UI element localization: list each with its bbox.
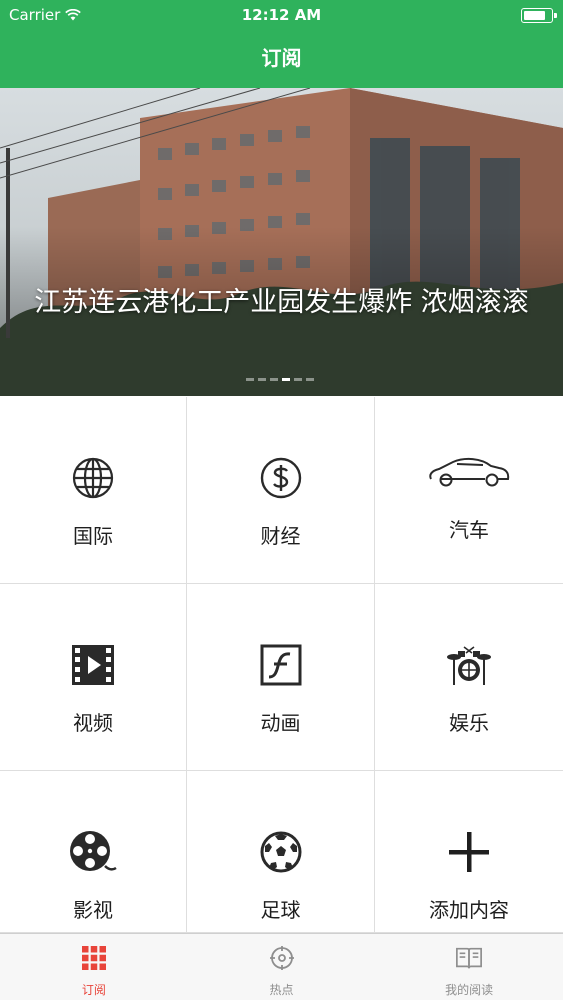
soccer-ball-icon [257,828,305,876]
news-banner[interactable]: 江苏连云港化工产业园发生爆炸 浓烟滚滚 [0,88,563,396]
globe-icon [69,454,117,502]
tab-label: 订阅 [81,983,106,997]
category-label: 汽车 [449,518,489,542]
banner-page-indicator[interactable] [246,378,314,381]
category-video[interactable]: 视频 [0,584,187,771]
tab-bar: 订阅 热点 我的阅读 [0,933,563,1000]
navigation-bar: Carrier 12:12 AM 订阅 [0,0,563,88]
tab-label: 我的阅读 [445,983,494,997]
page-dot[interactable] [270,378,278,381]
status-time: 12:12 AM [241,6,322,24]
target-icon [268,944,296,972]
tab-my-reading[interactable]: 我的阅读 [375,934,563,1000]
category-finance[interactable]: 财经 [187,397,375,584]
page-dot[interactable] [306,378,314,381]
page-dot[interactable] [246,378,254,381]
grid-icon [80,944,108,972]
tab-label: 热点 [269,983,294,997]
page-title: 订阅 [261,46,302,70]
category-label: 添加内容 [429,898,509,922]
page-dot[interactable] [282,378,290,381]
category-label: 财经 [260,524,301,548]
flash-icon [257,641,305,689]
category-international[interactable]: 国际 [0,397,187,584]
status-bar: Carrier 12:12 AM [0,0,563,30]
category-auto[interactable]: 汽车 [375,397,563,584]
car-icon [427,452,511,492]
drum-kit-icon [445,641,493,689]
category-movies[interactable]: 影视 [0,771,187,933]
book-icon [455,944,483,972]
category-label: 影视 [73,898,113,922]
tab-trending[interactable]: 热点 [188,934,376,1000]
battery-icon [521,8,557,23]
banner-photo [0,88,563,396]
plus-icon [445,828,493,876]
page-dot[interactable] [258,378,266,381]
category-soccer[interactable]: 足球 [187,771,375,933]
add-content-button[interactable]: 添加内容 [375,771,563,933]
category-label: 娱乐 [449,711,489,735]
category-label: 足球 [260,898,301,922]
banner-caption: 江苏连云港化工产业园发生爆炸 浓烟滚滚 [34,287,529,318]
page-dot[interactable] [294,378,302,381]
category-label: 视频 [73,711,113,735]
dollar-icon [257,454,305,502]
category-label: 动画 [260,711,301,735]
film-reel-icon [69,828,117,876]
category-grid: 国际 财经 汽车 视频 动画 娱乐 影视 足球 添加内容 [0,397,563,933]
film-play-icon [69,641,117,689]
category-entertainment[interactable]: 娱乐 [375,584,563,771]
category-animation[interactable]: 动画 [187,584,375,771]
tab-subscribe[interactable]: 订阅 [0,934,188,1000]
category-label: 国际 [73,524,113,548]
